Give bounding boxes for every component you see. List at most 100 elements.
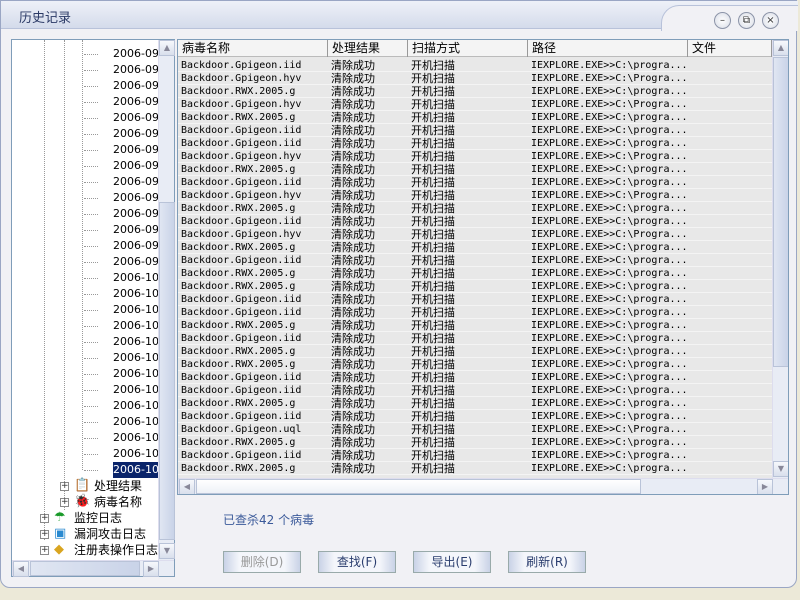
- column-header[interactable]: 处理结果: [328, 40, 408, 57]
- tree-item-date[interactable]: 2006-09: [113, 238, 158, 254]
- expand-toggle[interactable]: +: [40, 546, 49, 555]
- tree-item-date[interactable]: 2006-10: [113, 302, 158, 318]
- table-row[interactable]: Backdoor.Gpigeon.iid 清除成功 开机扫描 IEXPLORE.EXE…: [178, 254, 772, 267]
- tree-item-date[interactable]: 2006-10: [113, 270, 158, 286]
- expand-toggle[interactable]: +: [60, 482, 69, 491]
- column-header[interactable]: 扫描方式: [408, 40, 528, 57]
- tree-item-date[interactable]: 2006-09: [113, 46, 158, 62]
- find-button[interactable]: 查找(F): [318, 551, 396, 573]
- list-horizontal-scrollbar[interactable]: ◀ ▶: [178, 478, 788, 494]
- scroll-right-arrow-icon[interactable]: ▶: [143, 561, 159, 577]
- tree-item-date[interactable]: 2006-10: [113, 350, 158, 366]
- list-vertical-scrollbar[interactable]: ▲ ▼: [772, 40, 788, 478]
- expand-toggle[interactable]: +: [60, 498, 69, 507]
- tree-horizontal-scrollbar[interactable]: ◀ ▶: [12, 560, 174, 577]
- tree-item-date[interactable]: 2006-10: [113, 334, 158, 350]
- delete-button[interactable]: 删除(D): [223, 551, 301, 573]
- scroll-thumb[interactable]: [196, 479, 641, 494]
- table-row[interactable]: Backdoor.Gpigeon.iid 清除成功 开机扫描 IEXPLORE.EXE…: [178, 124, 772, 137]
- tree-item-date[interactable]: 2006-09: [113, 174, 158, 190]
- tree-item-date[interactable]: 2006-10: [113, 366, 158, 382]
- table-row[interactable]: Backdoor.RWX.2005.g 清除成功 开机扫描 IEXPLORE.EXE>…: [178, 241, 772, 254]
- table-row[interactable]: Backdoor.RWX.2005.g 清除成功 开机扫描 IEXPLORE.EXE>…: [178, 280, 772, 293]
- tree-item-date[interactable]: 2006-09: [113, 94, 158, 110]
- tree-item-date[interactable]: 2006-09: [113, 78, 158, 94]
- table-row[interactable]: Backdoor.Gpigeon.iid 清除成功 开机扫描 IEXPLORE.EXE…: [178, 215, 772, 228]
- tree-item-date[interactable]: 2006-09: [113, 126, 158, 142]
- history-tree[interactable]: 2006-09 2006-09 2006-09 2006-09 2006-09 2006-…: [11, 39, 175, 577]
- tree-node-label[interactable]: 注册表操作日志: [74, 542, 159, 558]
- tree-item-date[interactable]: 2006-09: [113, 206, 158, 222]
- refresh-button[interactable]: 刷新(R): [508, 551, 586, 573]
- table-row[interactable]: Backdoor.RWX.2005.g 清除成功 开机扫描 IEXPLORE.EXE>…: [178, 319, 772, 332]
- tree-item-date[interactable]: 2006-10: [113, 446, 158, 462]
- tree-item-date[interactable]: 2006-09: [113, 62, 158, 78]
- tree-vertical-scrollbar[interactable]: ▲ ▼: [158, 40, 175, 560]
- virus-history-list[interactable]: 病毒名称 处理结果 扫描方式 路径 文件 Backdoor.Gpigeon.iid 清除成…: [177, 39, 789, 495]
- table-row[interactable]: Backdoor.RWX.2005.g 清除成功 开机扫描 IEXPLORE.EXE>…: [178, 202, 772, 215]
- table-row[interactable]: Backdoor.Gpigeon.hyv 清除成功 开机扫描 IEXPLORE.EXE…: [178, 72, 772, 85]
- table-row[interactable]: Backdoor.Gpigeon.hyv 清除成功 开机扫描 IEXPLORE.EXE…: [178, 189, 772, 202]
- scroll-left-arrow-icon[interactable]: ◀: [13, 561, 29, 577]
- table-row[interactable]: Backdoor.Gpigeon.iid 清除成功 开机扫描 IEXPLORE.EXE…: [178, 137, 772, 150]
- tree-item-date[interactable]: 2006-09: [113, 142, 158, 158]
- scroll-down-arrow-icon[interactable]: ▼: [773, 461, 788, 477]
- tree-item-date[interactable]: 2006-09: [113, 190, 158, 206]
- expand-toggle[interactable]: +: [40, 530, 49, 539]
- tree-item-date[interactable]: 2006-10: [113, 286, 158, 302]
- scroll-right-arrow-icon[interactable]: ▶: [757, 479, 773, 494]
- table-row[interactable]: Backdoor.Gpigeon.iid 清除成功 开机扫描 IEXPLORE.EXE…: [178, 371, 772, 384]
- virus-name-cell: Backdoor.RWX.2005.g: [181, 164, 296, 175]
- table-row[interactable]: Backdoor.RWX.2005.g 清除成功 开机扫描 IEXPLORE.EXE>…: [178, 85, 772, 98]
- scroll-down-arrow-icon[interactable]: ▼: [159, 543, 175, 559]
- table-row[interactable]: Backdoor.Gpigeon.hyv 清除成功 开机扫描 IEXPLORE.EXE…: [178, 150, 772, 163]
- tree-item-date[interactable]: 2006-09: [113, 254, 158, 270]
- tree-node-label[interactable]: 处理结果: [94, 478, 143, 494]
- table-row[interactable]: Backdoor.Gpigeon.iid 清除成功 开机扫描 IEXPLORE.EXE…: [178, 306, 772, 319]
- column-header[interactable]: 路径: [528, 40, 688, 57]
- tree-item-date[interactable]: 2006-10: [113, 462, 158, 478]
- table-row[interactable]: Backdoor.RWX.2005.g 清除成功 开机扫描 IEXPLORE.EXE>…: [178, 462, 772, 475]
- table-row[interactable]: Backdoor.RWX.2005.g 清除成功 开机扫描 IEXPLORE.EXE>…: [178, 267, 772, 280]
- table-row[interactable]: Backdoor.RWX.2005.g 清除成功 开机扫描 IEXPLORE.EXE>…: [178, 358, 772, 371]
- scroll-up-arrow-icon[interactable]: ▲: [159, 40, 175, 56]
- table-row[interactable]: Backdoor.RWX.2005.g 清除成功 开机扫描 IEXPLORE.EXE>…: [178, 163, 772, 176]
- tree-item-date[interactable]: 2006-10: [113, 398, 158, 414]
- table-row[interactable]: Backdoor.Gpigeon.hyv 清除成功 开机扫描 IEXPLORE.EXE…: [178, 98, 772, 111]
- scroll-thumb[interactable]: [773, 57, 788, 367]
- tree-item-date[interactable]: 2006-10: [113, 382, 158, 398]
- table-row[interactable]: Backdoor.Gpigeon.iid 清除成功 开机扫描 IEXPLORE.EXE…: [178, 449, 772, 462]
- table-row[interactable]: Backdoor.RWX.2005.g 清除成功 开机扫描 IEXPLORE.EXE>…: [178, 345, 772, 358]
- table-row[interactable]: Backdoor.RWX.2005.g 清除成功 开机扫描 IEXPLORE.EXE>…: [178, 436, 772, 449]
- table-row[interactable]: Backdoor.Gpigeon.iid 清除成功 开机扫描 IEXPLORE.EXE…: [178, 384, 772, 397]
- table-row[interactable]: Backdoor.Gpigeon.hyv 清除成功 开机扫描 IEXPLORE.EXE…: [178, 228, 772, 241]
- table-row[interactable]: Backdoor.RWX.2005.g 清除成功 开机扫描 IEXPLORE.EXE>…: [178, 397, 772, 410]
- tree-node-label[interactable]: 病毒名称: [94, 494, 143, 510]
- scroll-thumb[interactable]: [159, 202, 175, 540]
- tree-item-date[interactable]: 2006-10: [113, 430, 158, 446]
- tree-node-label[interactable]: 监控日志: [74, 510, 123, 526]
- table-row[interactable]: Backdoor.Gpigeon.iid 清除成功 开机扫描 IEXPLORE.EXE…: [178, 59, 772, 72]
- expand-toggle[interactable]: +: [40, 514, 49, 523]
- column-header[interactable]: 病毒名称: [178, 40, 328, 57]
- table-row[interactable]: Backdoor.Gpigeon.iid 清除成功 开机扫描 IEXPLORE.EXE…: [178, 176, 772, 189]
- restore-button[interactable]: ⧉: [738, 12, 755, 29]
- tree-item-date[interactable]: 2006-09: [113, 222, 158, 238]
- tree-item-date[interactable]: 2006-10: [113, 318, 158, 334]
- tree-item-date[interactable]: 2006-09: [113, 158, 158, 174]
- table-row[interactable]: Backdoor.Gpigeon.iid 清除成功 开机扫描 IEXPLORE.EXE…: [178, 293, 772, 306]
- table-row[interactable]: Backdoor.Gpigeon.uql 清除成功 开机扫描 IEXPLORE.EXE…: [178, 423, 772, 436]
- close-button[interactable]: ×: [762, 12, 779, 29]
- scroll-thumb[interactable]: [30, 561, 140, 576]
- column-header[interactable]: 文件: [688, 40, 772, 57]
- table-row[interactable]: Backdoor.Gpigeon.iid 清除成功 开机扫描 IEXPLORE.EXE…: [178, 332, 772, 345]
- tree-item-date[interactable]: 2006-10: [113, 414, 158, 430]
- scroll-left-arrow-icon[interactable]: ◀: [179, 479, 195, 494]
- tree-item-date[interactable]: 2006-09: [113, 110, 158, 126]
- tree-node-label[interactable]: 漏洞攻击日志: [74, 526, 147, 542]
- table-row[interactable]: Backdoor.RWX.2005.g 清除成功 开机扫描 IEXPLORE.EXE>…: [178, 111, 772, 124]
- minimize-button[interactable]: –: [714, 12, 731, 29]
- table-row[interactable]: Backdoor.Gpigeon.iid 清除成功 开机扫描 IEXPLORE.EXE…: [178, 410, 772, 423]
- scroll-up-arrow-icon[interactable]: ▲: [773, 40, 788, 56]
- export-button[interactable]: 导出(E): [413, 551, 491, 573]
